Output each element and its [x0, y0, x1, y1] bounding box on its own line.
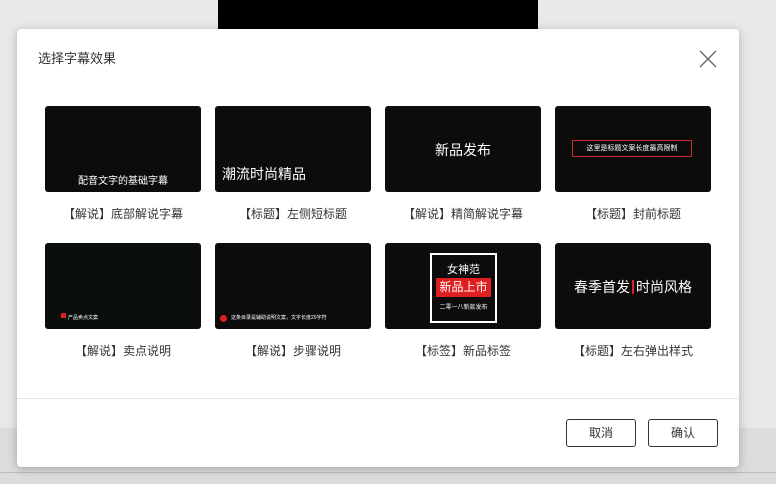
template-caption: 【解说】底部解说字幕 [62, 207, 183, 221]
template-card-left-short-title[interactable]: 潮流时尚精品 【标题】左侧短标题 [215, 106, 371, 222]
preview-text: 这条目录是辅助说明文案，文字长度20字符 [231, 315, 327, 321]
template-thumbnail: 潮流时尚精品 [215, 106, 371, 192]
preview-text: 新品发布 [435, 142, 491, 158]
preview-right: 时尚风格 [636, 279, 692, 295]
preview-line-1: 女神范 [447, 264, 480, 276]
preview-text: 配音文字的基础字幕 [78, 176, 168, 187]
template-thumbnail: 这里是标题文案长度最高限制 [555, 106, 711, 192]
template-card-new-product-label[interactable]: 女神范 新品上市 二零一八新款发布 【标签】新品标签 [385, 243, 541, 359]
template-thumbnail: 女神范 新品上市 二零一八新款发布 [385, 243, 541, 329]
cancel-button[interactable]: 取消 [566, 419, 636, 447]
red-separator [632, 280, 634, 294]
red-dot-icon [220, 315, 227, 322]
template-card-selling-point[interactable]: 产品卖点文案 【解说】卖点说明 [45, 243, 201, 359]
subtitle-effect-dialog: 选择字幕效果 配音文字的基础字幕 【解说】底部解说字幕 潮流时尚精品 【标题】左… [17, 29, 739, 467]
preview-text: 产品卖点文案 [68, 315, 99, 321]
template-card-concise-narration[interactable]: 新品发布 【解说】精简解说字幕 [385, 106, 541, 222]
label-frame: 女神范 新品上市 二零一八新款发布 [430, 253, 497, 323]
template-card-step-description[interactable]: 这条目录是辅助说明文案，文字长度20字符 【解说】步骤说明 [215, 243, 371, 359]
template-caption: 【标题】封前标题 [584, 207, 681, 221]
template-caption: 【标签】新品标签 [414, 344, 511, 358]
dialog-title: 选择字幕效果 [38, 51, 117, 66]
template-card-bottom-narration[interactable]: 配音文字的基础字幕 【解说】底部解说字幕 [45, 106, 201, 222]
template-card-slide-in-title[interactable]: 春季首发 时尚风格 【标题】左右弹出样式 [555, 243, 711, 359]
template-caption: 【解说】步骤说明 [244, 344, 341, 358]
template-caption: 【标题】左侧短标题 [238, 207, 347, 221]
template-thumbnail: 产品卖点文案 [45, 243, 201, 329]
preview-text: 潮流时尚精品 [222, 166, 306, 182]
template-thumbnail: 新品发布 [385, 106, 541, 192]
footer-divider [17, 398, 739, 399]
background-divider [0, 472, 776, 473]
confirm-button[interactable]: 确认 [648, 419, 718, 447]
preview-text: 春季首发 时尚风格 [555, 277, 711, 297]
template-thumbnail: 配音文字的基础字幕 [45, 106, 201, 192]
template-caption: 【解说】卖点说明 [74, 344, 171, 358]
template-caption: 【标题】左右弹出样式 [572, 344, 693, 358]
background-video-frame [218, 0, 538, 32]
red-square-icon [61, 313, 66, 318]
preview-line-2: 新品上市 [436, 278, 491, 297]
preview-left: 春季首发 [574, 279, 630, 295]
preview-text: 这里是标题文案长度最高限制 [572, 140, 692, 157]
template-card-cover-title[interactable]: 这里是标题文案长度最高限制 【标题】封前标题 [555, 106, 711, 222]
template-caption: 【解说】精简解说字幕 [402, 207, 523, 221]
template-thumbnail: 这条目录是辅助说明文案，文字长度20字符 [215, 243, 371, 329]
close-icon[interactable] [699, 50, 717, 68]
template-thumbnail: 春季首发 时尚风格 [555, 243, 711, 329]
preview-line-3: 二零一八新款发布 [439, 305, 488, 311]
